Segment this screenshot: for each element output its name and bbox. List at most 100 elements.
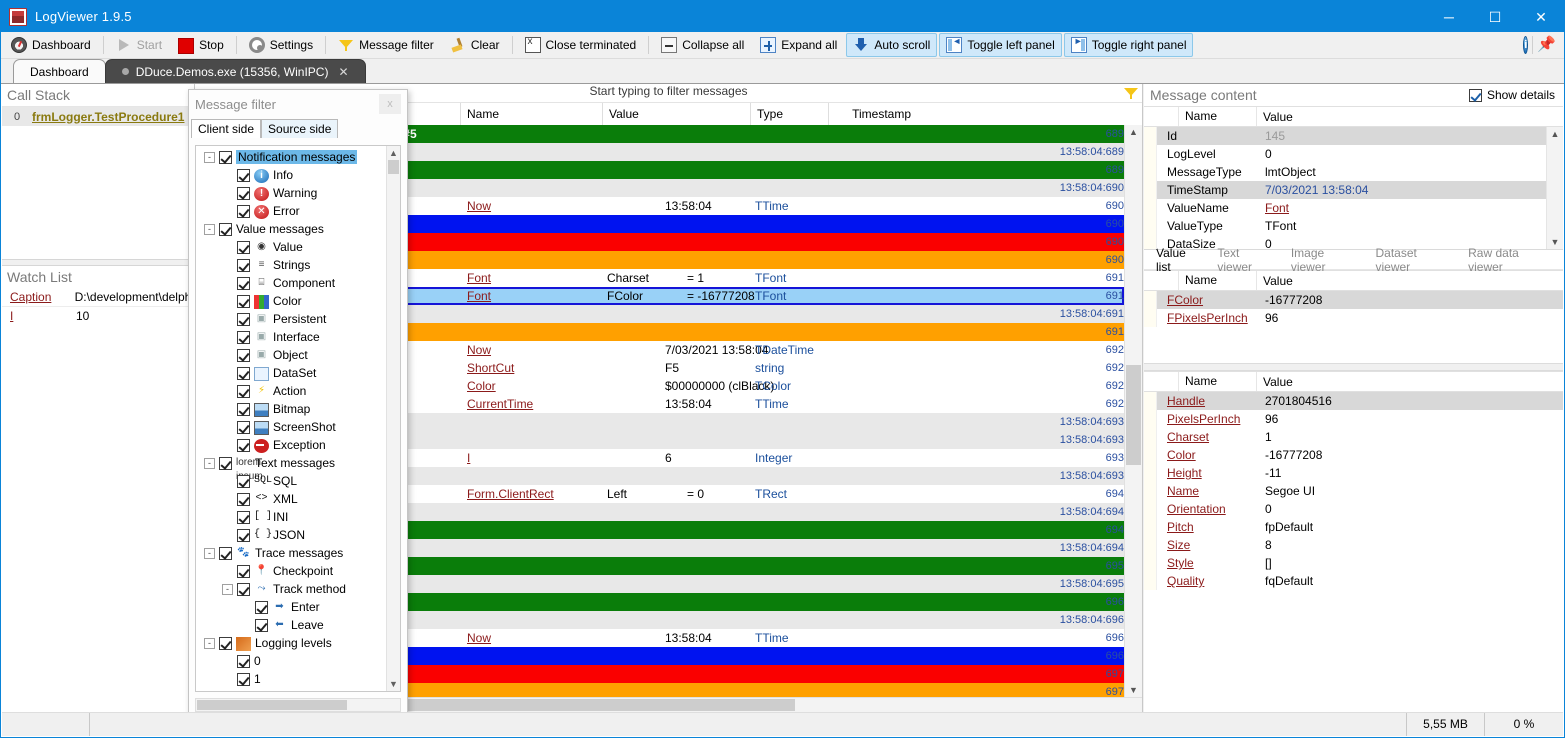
filter-node-0[interactable]: 0 <box>196 652 386 670</box>
expander-icon[interactable]: - <box>222 584 233 595</box>
checkbox-icon[interactable] <box>237 655 250 668</box>
kv-row[interactable]: ValueNameFont <box>1144 199 1547 217</box>
toolbar-toggle-left-panel[interactable]: Toggle left panel <box>939 33 1061 57</box>
grid-col-value[interactable]: Value <box>603 103 751 125</box>
kv-row[interactable]: Id145 <box>1144 127 1547 145</box>
tab-dduce-demos[interactable]: DDuce.Demos.exe (15356, WinIPC) ✕ <box>105 59 366 83</box>
toolbar-stop-button[interactable]: Stop <box>171 33 231 57</box>
filter-node-ini[interactable]: [ ]INI <box>196 508 386 526</box>
col-name[interactable]: Name <box>1179 107 1257 126</box>
expander-icon[interactable]: - <box>204 638 215 649</box>
value-name[interactable]: ShortCut <box>467 359 514 377</box>
col-value[interactable]: Value <box>1257 110 1293 124</box>
checkbox-icon[interactable] <box>237 421 250 434</box>
value-name[interactable]: Color <box>467 377 496 395</box>
checkbox-icon[interactable] <box>237 493 250 506</box>
checkbox-icon[interactable] <box>237 403 250 416</box>
kv-row[interactable]: FPixelsPerInch96 <box>1144 309 1563 327</box>
checkbox-icon[interactable] <box>219 637 232 650</box>
checkbox-icon[interactable] <box>219 223 232 236</box>
checkbox-icon[interactable] <box>237 277 250 290</box>
toolbar-start-button[interactable]: Start <box>109 33 169 57</box>
pin-icon[interactable]: 📌 <box>1537 37 1556 53</box>
filter-node-enter[interactable]: ➡Enter <box>196 598 386 616</box>
kv-row[interactable]: MessageTypelmtObject <box>1144 163 1547 181</box>
filter-node-value[interactable]: ◉Value <box>196 238 386 256</box>
checkbox-icon[interactable] <box>237 565 250 578</box>
minimize-button[interactable]: ─ <box>1426 1 1472 32</box>
grid-col-timestamp[interactable]: Timestamp <box>829 103 919 125</box>
filter-node-sql[interactable]: SQLSQL <box>196 472 386 490</box>
checkbox-icon[interactable] <box>237 583 250 596</box>
checkbox-icon[interactable] <box>237 241 250 254</box>
toolbar-clear-button[interactable]: Clear <box>443 33 507 57</box>
filter-tree-scrollbar[interactable]: ▲ ▼ <box>386 146 400 691</box>
col-value[interactable]: Value <box>1257 375 1293 389</box>
value-name[interactable]: Now <box>467 341 491 359</box>
scroll-thumb[interactable] <box>197 700 347 710</box>
filter-node-2[interactable]: 2 <box>196 688 386 691</box>
filter-node-component[interactable]: ⌸Component <box>196 274 386 292</box>
kv-row[interactable]: NameSegoe UI <box>1144 482 1563 500</box>
value-name[interactable]: I <box>467 449 470 467</box>
filter-node-text-messages[interactable]: -loremipsumText messages <box>196 454 386 472</box>
filter-node-notification-messages[interactable]: -Notification messages <box>196 148 386 166</box>
checkbox-icon[interactable] <box>237 691 250 692</box>
toolbar-settings-button[interactable]: Settings <box>242 33 320 57</box>
kv-row[interactable]: Charset1 <box>1144 428 1563 446</box>
checkbox-icon[interactable] <box>237 295 250 308</box>
grid-vertical-scrollbar[interactable]: ▲ ▼ <box>1124 125 1142 698</box>
filter-node-bitmap[interactable]: Bitmap <box>196 400 386 418</box>
value-name[interactable]: Font <box>467 269 491 287</box>
col-name[interactable]: Name <box>1179 372 1257 391</box>
filter-node-json[interactable]: { }JSON <box>196 526 386 544</box>
checkbox-icon[interactable] <box>237 367 250 380</box>
close-button[interactable]: ✕ <box>1518 1 1564 32</box>
filter-node-value-messages[interactable]: -Value messages <box>196 220 386 238</box>
scroll-up-icon[interactable]: ▲ <box>387 146 400 160</box>
filter-node-color[interactable]: Color <box>196 292 386 310</box>
watch-list-row[interactable]: I 10 <box>2 307 194 325</box>
value-name[interactable]: Form.ClientRect <box>467 485 554 503</box>
scroll-down-icon[interactable]: ▼ <box>1125 683 1142 698</box>
checkbox-icon[interactable] <box>255 619 268 632</box>
kv-row[interactable]: Color-16777208 <box>1144 446 1563 464</box>
viewer-tab-text-viewer[interactable]: Text viewer <box>1210 246 1283 274</box>
checkbox-icon[interactable] <box>237 673 250 686</box>
filter-node-object[interactable]: ▣Object <box>196 346 386 364</box>
scroll-thumb[interactable] <box>388 160 399 174</box>
call-stack-row[interactable]: 0 frmLogger.TestProcedure1 <box>2 107 194 126</box>
expander-icon[interactable]: - <box>204 548 215 559</box>
kv-row[interactable]: ValueTypeTFont <box>1144 217 1547 235</box>
toolbar-dashboard-button[interactable]: Dashboard <box>4 33 98 57</box>
checkbox-icon[interactable] <box>237 205 250 218</box>
filter-node-exception[interactable]: Exception <box>196 436 386 454</box>
filter-node-strings[interactable]: ≡Strings <box>196 256 386 274</box>
show-details-checkbox[interactable]: Show details <box>1469 88 1555 102</box>
info-icon[interactable]: i <box>1523 36 1528 54</box>
kv-row[interactable]: Orientation0 <box>1144 500 1563 518</box>
expander-icon[interactable]: - <box>204 458 215 469</box>
toolbar-expand-all-button[interactable]: Expand all <box>753 33 844 57</box>
filter-node-checkpoint[interactable]: 📍Checkpoint <box>196 562 386 580</box>
filter-horizontal-scrollbar[interactable] <box>195 698 401 712</box>
kv-row[interactable]: Handle2701804516 <box>1144 392 1563 410</box>
filter-node-action[interactable]: ⚡Action <box>196 382 386 400</box>
checkbox-icon[interactable] <box>219 457 232 470</box>
checkbox-icon[interactable] <box>237 349 250 362</box>
grid-col-type[interactable]: Type <box>751 103 829 125</box>
scroll-up-icon[interactable]: ▲ <box>1547 127 1563 141</box>
checkbox-icon[interactable] <box>219 151 232 164</box>
close-icon[interactable]: ✕ <box>338 65 348 79</box>
toolbar-toggle-right-panel[interactable]: Toggle right panel <box>1064 33 1194 57</box>
filter-node-trace-messages[interactable]: -🐾Trace messages <box>196 544 386 562</box>
kv-row[interactable]: FColor-16777208 <box>1144 291 1563 309</box>
expander-icon[interactable]: - <box>204 152 215 163</box>
filter-node-1[interactable]: 1 <box>196 670 386 688</box>
toolbar-collapse-all-button[interactable]: Collapse all <box>654 33 751 57</box>
kv-row[interactable]: PitchfpDefault <box>1144 518 1563 536</box>
scroll-down-icon[interactable]: ▼ <box>387 677 400 691</box>
kv-row[interactable]: Height-11 <box>1144 464 1563 482</box>
viewer-tab-dataset-viewer[interactable]: Dataset viewer <box>1369 246 1462 274</box>
value-name[interactable]: CurrentTime <box>467 395 533 413</box>
